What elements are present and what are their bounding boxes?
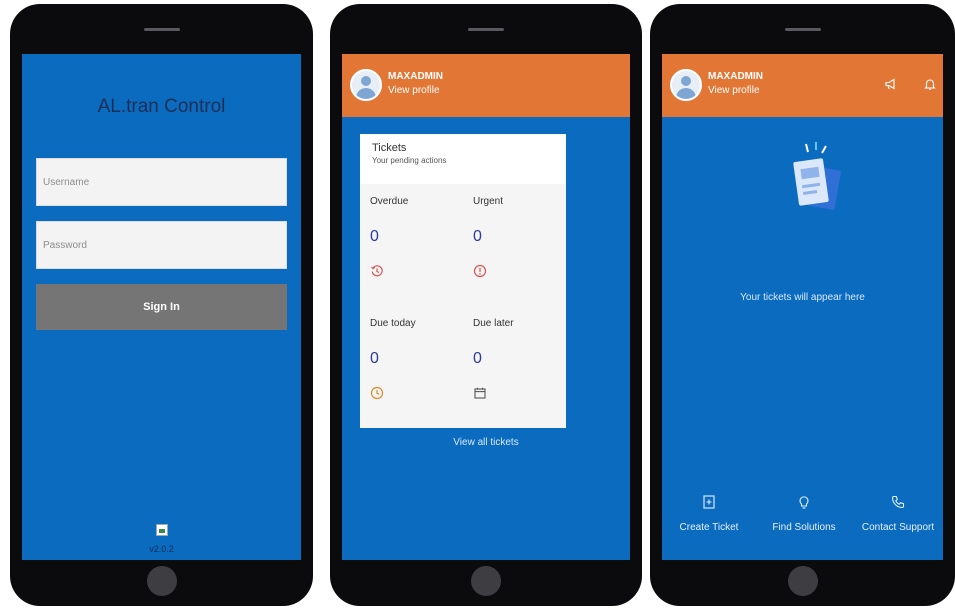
phone-speaker (468, 28, 504, 31)
bell-icon[interactable] (923, 77, 937, 91)
user-name: MAXADMIN (388, 71, 443, 82)
home-button[interactable] (787, 566, 818, 596)
clock-icon (370, 386, 384, 400)
find-solutions-button[interactable]: Find Solutions (758, 494, 850, 533)
login-screen: AL.tran Control Username Password Sign I… (22, 54, 301, 560)
phone-speaker (784, 28, 821, 31)
tile-label: Urgent (473, 196, 504, 207)
tickets-subtitle: Your pending actions (372, 156, 447, 165)
action-label: Create Ticket (679, 522, 739, 533)
stage: AL.tran Control Username Password Sign I… (0, 0, 955, 610)
version-label: v2.0.2 (149, 544, 174, 554)
contact-support-button[interactable]: Contact Support (852, 494, 943, 533)
phone-login: AL.tran Control Username Password Sign I… (10, 4, 313, 606)
history-icon (371, 265, 383, 277)
tile-count: 0 (370, 350, 379, 367)
tile-label: Overdue (370, 196, 409, 207)
home-button[interactable] (471, 566, 501, 596)
phone-tickets: MAXADMIN View profile Tickets Your pendi… (330, 4, 642, 606)
create-ticket-button[interactable]: Create Ticket (672, 494, 746, 533)
user-name: MAXADMIN (708, 71, 763, 82)
tile-label: Due later (473, 318, 514, 329)
create-ticket-icon (703, 495, 715, 509)
tile-urgent[interactable]: Urgent 0 (463, 184, 566, 306)
tile-due-today[interactable]: Due today 0 (360, 306, 463, 428)
avatar[interactable] (670, 69, 702, 101)
view-profile-link[interactable]: View profile (388, 85, 440, 96)
tile-label: Due today (370, 318, 416, 329)
lightbulb-icon (799, 496, 809, 509)
tickets-card: Tickets Your pending actions Overdue 0 U… (360, 134, 566, 428)
app-title: AL.tran Control (97, 96, 226, 117)
avatar[interactable] (350, 69, 382, 101)
profile-header[interactable]: MAXADMIN View profile (342, 54, 630, 117)
alert-circle-icon (473, 264, 487, 278)
phone-home: MAXADMIN View profile Your tickets will … (650, 4, 955, 606)
password-field[interactable]: Password (36, 221, 287, 269)
tile-count: 0 (370, 228, 379, 245)
action-label: Contact Support (861, 522, 935, 533)
logo-image-icon (155, 524, 168, 536)
action-label: Find Solutions (772, 522, 836, 533)
tickets-screen: MAXADMIN View profile Tickets Your pendi… (342, 54, 630, 560)
profile-header[interactable]: MAXADMIN View profile (662, 54, 943, 117)
tickets-card-header: Tickets Your pending actions (360, 134, 566, 184)
megaphone-icon[interactable] (884, 77, 898, 91)
tickets-empty-illustration-icon (793, 142, 841, 210)
username-field[interactable]: Username (36, 158, 287, 206)
view-profile-link[interactable]: View profile (708, 85, 760, 96)
tile-overdue[interactable]: Overdue 0 (360, 184, 463, 306)
empty-state-message: Your tickets will appear here (740, 292, 865, 303)
sign-in-button[interactable]: Sign In (36, 284, 287, 330)
tickets-title: Tickets (372, 142, 407, 154)
phone-speaker (143, 28, 180, 31)
tile-count: 0 (473, 350, 482, 367)
tile-count: 0 (473, 228, 482, 245)
home-screen: MAXADMIN View profile Your tickets will … (662, 54, 943, 560)
tile-due-later[interactable]: Due later 0 (463, 306, 566, 428)
calendar-icon (474, 387, 486, 399)
home-button[interactable] (146, 566, 177, 596)
phone-icon (891, 495, 905, 509)
view-all-tickets-link[interactable]: View all tickets (342, 437, 630, 448)
